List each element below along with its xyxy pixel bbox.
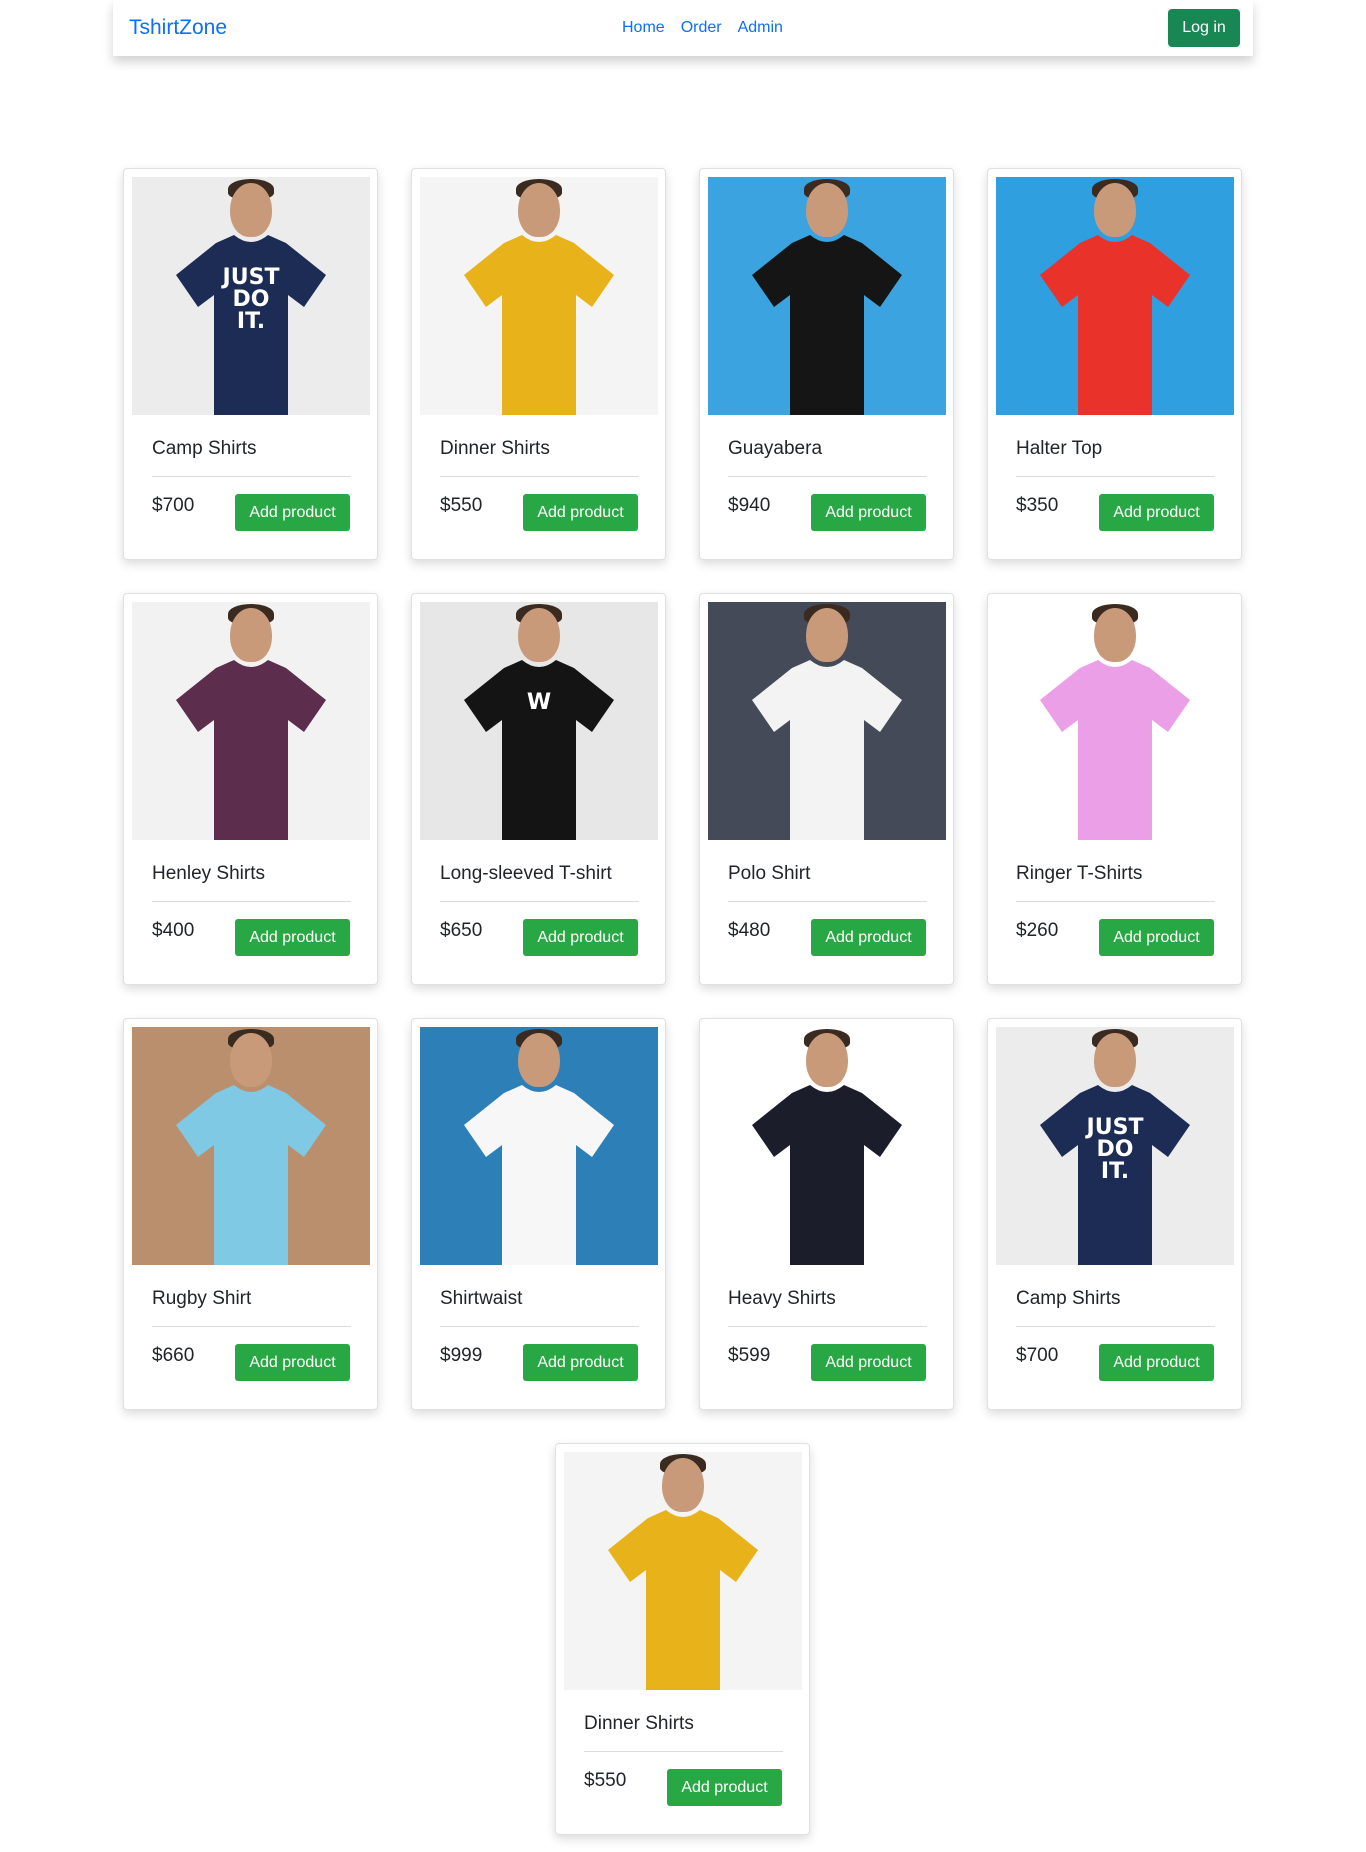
product-image [132, 602, 370, 840]
product-title: Henley Shirts [152, 863, 265, 884]
product-image [564, 1452, 802, 1690]
divider [728, 1326, 927, 1327]
tshirt-figure [752, 1085, 902, 1265]
add-product-button[interactable]: Add product [667, 1769, 782, 1806]
tshirt-figure [1040, 660, 1190, 840]
product-image [708, 602, 946, 840]
product-price: $660 [152, 1345, 195, 1366]
product-title: Camp Shirts [152, 438, 257, 459]
tshirt-figure [608, 1510, 758, 1690]
tshirt-figure [176, 660, 326, 840]
divider [1016, 1326, 1215, 1327]
add-product-button[interactable]: Add product [1099, 919, 1214, 956]
product-price: $550 [584, 1770, 627, 1791]
tshirt-figure [464, 1085, 614, 1265]
product-title: Halter Top [1016, 438, 1103, 459]
product-card: Henley Shirts $400 Add product [123, 593, 378, 985]
product-card: Halter Top $350 Add product [987, 168, 1242, 560]
product-image: JUST DO IT. [132, 177, 370, 415]
add-product-button[interactable]: Add product [523, 1344, 638, 1381]
product-card: Shirtwaist $999 Add product [411, 1018, 666, 1410]
divider [584, 1751, 783, 1752]
add-product-button[interactable]: Add product [235, 919, 350, 956]
nav-link-home[interactable]: Home [622, 18, 665, 38]
product-card: Polo Shirt $480 Add product [699, 593, 954, 985]
product-image [708, 1027, 946, 1265]
navbar: TshirtZone Home Order Admin Log in [113, 0, 1253, 56]
shirt-print: W [526, 690, 552, 715]
product-title: Shirtwaist [440, 1288, 523, 1309]
tshirt-figure [464, 660, 614, 840]
product-card: JUST DO IT. Camp Shirts $700 Add product [987, 1018, 1242, 1410]
product-image [996, 602, 1234, 840]
divider [440, 901, 639, 902]
product-card: Heavy Shirts $599 Add product [699, 1018, 954, 1410]
tshirt-figure [176, 1085, 326, 1265]
divider [1016, 476, 1215, 477]
product-card: Dinner Shirts $550 Add product [555, 1443, 810, 1835]
product-title: Guayabera [728, 438, 823, 459]
product-card: JUST DO IT. Camp Shirts $700 Add product [123, 168, 378, 560]
add-product-button[interactable]: Add product [811, 919, 926, 956]
product-price: $940 [728, 495, 771, 516]
shirt-print: JUST DO IT. [222, 265, 280, 334]
product-title: Dinner Shirts [440, 438, 550, 459]
product-price: $650 [440, 920, 483, 941]
nav-link-order[interactable]: Order [681, 18, 722, 38]
product-card: Dinner Shirts $550 Add product [411, 168, 666, 560]
divider [728, 901, 927, 902]
divider [152, 1326, 351, 1327]
product-card: Ringer T-Shirts $260 Add product [987, 593, 1242, 985]
divider [728, 476, 927, 477]
product-price: $260 [1016, 920, 1059, 941]
product-price: $700 [152, 495, 195, 516]
product-card: Guayabera $940 Add product [699, 168, 954, 560]
add-product-button[interactable]: Add product [811, 494, 926, 531]
add-product-button[interactable]: Add product [523, 919, 638, 956]
product-image [708, 177, 946, 415]
product-image: JUST DO IT. [996, 1027, 1234, 1265]
divider [1016, 901, 1215, 902]
product-image [996, 177, 1234, 415]
product-price: $480 [728, 920, 771, 941]
add-product-button[interactable]: Add product [1099, 1344, 1214, 1381]
product-title: Camp Shirts [1016, 1288, 1121, 1309]
add-product-button[interactable]: Add product [1099, 494, 1214, 531]
add-product-button[interactable]: Add product [811, 1344, 926, 1381]
product-image [420, 177, 658, 415]
brand-link[interactable]: TshirtZone [129, 16, 227, 40]
product-card: W Long-sleeved T-shirt $650 Add product [411, 593, 666, 985]
product-card: Rugby Shirt $660 Add product [123, 1018, 378, 1410]
divider [440, 1326, 639, 1327]
login-button[interactable]: Log in [1168, 9, 1240, 47]
product-price: $599 [728, 1345, 771, 1366]
tshirt-figure [464, 235, 614, 415]
add-product-button[interactable]: Add product [235, 1344, 350, 1381]
product-price: $700 [1016, 1345, 1059, 1366]
product-price: $350 [1016, 495, 1059, 516]
tshirt-figure [752, 660, 902, 840]
product-title: Heavy Shirts [728, 1288, 836, 1309]
product-title: Long-sleeved T-shirt [440, 863, 612, 884]
product-title: Dinner Shirts [584, 1713, 694, 1734]
tshirt-figure [1040, 235, 1190, 415]
nav-links: Home Order Admin [622, 18, 783, 38]
divider [152, 476, 351, 477]
product-image: W [420, 602, 658, 840]
product-title: Polo Shirt [728, 863, 811, 884]
tshirt-figure [752, 235, 902, 415]
product-price: $999 [440, 1345, 483, 1366]
product-price: $550 [440, 495, 483, 516]
add-product-button[interactable]: Add product [235, 494, 350, 531]
divider [152, 901, 351, 902]
product-image [420, 1027, 658, 1265]
nav-link-admin[interactable]: Admin [738, 18, 783, 38]
add-product-button[interactable]: Add product [523, 494, 638, 531]
divider [440, 476, 639, 477]
product-price: $400 [152, 920, 195, 941]
product-title: Ringer T-Shirts [1016, 863, 1143, 884]
product-title: Rugby Shirt [152, 1288, 252, 1309]
product-image [132, 1027, 370, 1265]
shirt-print: JUST DO IT. [1086, 1115, 1144, 1184]
